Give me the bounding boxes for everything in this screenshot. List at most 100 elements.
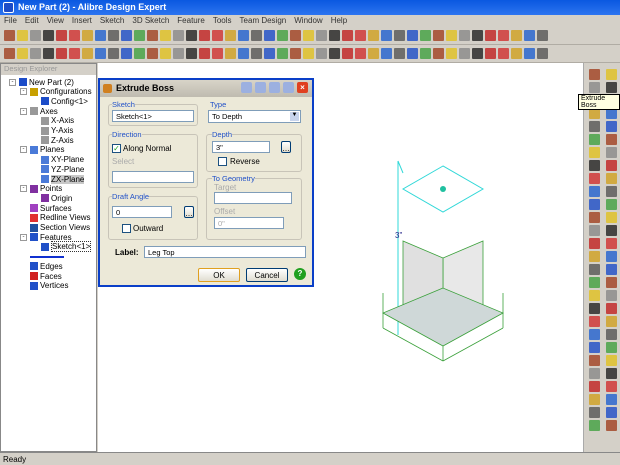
toolbar-button-icon[interactable] bbox=[4, 48, 15, 59]
toolbar-button-icon[interactable] bbox=[134, 48, 145, 59]
draft-angle-field[interactable]: 0 bbox=[112, 206, 172, 218]
toolbar-button-icon[interactable] bbox=[589, 290, 600, 301]
toolbar-button-icon[interactable] bbox=[589, 225, 600, 236]
toolbar-button-icon[interactable] bbox=[342, 48, 353, 59]
toolbar-button-icon[interactable] bbox=[199, 48, 210, 59]
tree-item[interactable]: Z-Axis bbox=[41, 135, 74, 145]
toolbar-button-icon[interactable] bbox=[606, 69, 617, 80]
toolbar-button-icon[interactable] bbox=[17, 48, 28, 59]
toolbar-button-icon[interactable] bbox=[606, 186, 617, 197]
toolbar-button-icon[interactable] bbox=[30, 48, 41, 59]
toolbar-button-icon[interactable] bbox=[606, 199, 617, 210]
tree-item[interactable]: Axes bbox=[30, 106, 58, 116]
label-field[interactable]: Leg Top bbox=[144, 246, 306, 258]
toolbar-button-icon[interactable] bbox=[212, 48, 223, 59]
toolbar-button-icon[interactable] bbox=[238, 30, 249, 41]
tree-item[interactable]: XY-Plane bbox=[41, 155, 84, 165]
toolbar-button-icon[interactable] bbox=[589, 238, 600, 249]
toolbar-button-icon[interactable] bbox=[589, 134, 600, 145]
toolbar-button-icon[interactable] bbox=[264, 48, 275, 59]
toolbar-button-icon[interactable] bbox=[446, 48, 457, 59]
toolbar-button-icon[interactable] bbox=[277, 30, 288, 41]
toolbar-button-icon[interactable] bbox=[472, 30, 483, 41]
toolbar-button-icon[interactable] bbox=[606, 381, 617, 392]
toolbar-button-icon[interactable] bbox=[95, 48, 106, 59]
toolbar-button-icon[interactable] bbox=[43, 48, 54, 59]
toolbar-button-icon[interactable] bbox=[108, 30, 119, 41]
toolbar-button-icon[interactable] bbox=[524, 48, 535, 59]
toolbar-button-icon[interactable] bbox=[524, 30, 535, 41]
toolbar-button-icon[interactable] bbox=[420, 30, 431, 41]
back-button[interactable] bbox=[255, 82, 266, 93]
toolbar-button-icon[interactable] bbox=[420, 48, 431, 59]
toolbar-button-icon[interactable] bbox=[589, 420, 600, 431]
toolbar-button-icon[interactable] bbox=[303, 30, 314, 41]
tree-item[interactable]: ZX-Plane bbox=[41, 174, 85, 184]
toolbar-button-icon[interactable] bbox=[606, 147, 617, 158]
toolbar-button-icon[interactable] bbox=[381, 30, 392, 41]
select-field[interactable] bbox=[112, 171, 194, 183]
menu-3d-sketch[interactable]: 3D Sketch bbox=[132, 16, 169, 26]
tree-item[interactable]: YZ-Plane bbox=[41, 164, 84, 174]
tree-item[interactable]: Points bbox=[30, 184, 62, 194]
tree-item[interactable]: New Part (2) bbox=[19, 77, 74, 87]
toolbar-button-icon[interactable] bbox=[342, 30, 353, 41]
toolbar-button-icon[interactable] bbox=[264, 30, 275, 41]
toolbar-button-icon[interactable] bbox=[303, 48, 314, 59]
toolbar-button-icon[interactable] bbox=[433, 48, 444, 59]
expand-toggle[interactable]: - bbox=[9, 78, 16, 86]
toolbar-button-icon[interactable] bbox=[160, 30, 171, 41]
menu-insert[interactable]: Insert bbox=[72, 16, 92, 26]
toolbar-button-icon[interactable] bbox=[212, 30, 223, 41]
toolbar-button-icon[interactable] bbox=[95, 30, 106, 41]
toolbar-button-icon[interactable] bbox=[589, 121, 600, 132]
toolbar-button-icon[interactable] bbox=[225, 30, 236, 41]
tree-item[interactable]: Vertices bbox=[30, 281, 68, 291]
toolbar-button-icon[interactable] bbox=[511, 30, 522, 41]
tree-item[interactable]: X-Axis bbox=[41, 116, 74, 126]
toolbar-button-icon[interactable] bbox=[589, 160, 600, 171]
depth-browse-button[interactable]: … bbox=[281, 141, 291, 153]
toolbar-button-icon[interactable] bbox=[108, 48, 119, 59]
toolbar-button-icon[interactable] bbox=[368, 48, 379, 59]
rollback-marker[interactable] bbox=[30, 252, 64, 262]
toolbar-button-icon[interactable] bbox=[186, 48, 197, 59]
toolbar-button-icon[interactable] bbox=[537, 30, 548, 41]
toolbar-button-icon[interactable] bbox=[606, 290, 617, 301]
toolbar-button-icon[interactable] bbox=[43, 30, 54, 41]
offset-field[interactable]: 0" bbox=[214, 217, 284, 229]
toolbar-button-icon[interactable] bbox=[485, 30, 496, 41]
sketch-field[interactable]: Sketch<1> bbox=[112, 110, 194, 122]
toolbar-button-icon[interactable] bbox=[290, 30, 301, 41]
toolbar-button-icon[interactable] bbox=[82, 30, 93, 41]
toolbar-button-icon[interactable] bbox=[173, 30, 184, 41]
toolbar-button-icon[interactable] bbox=[511, 48, 522, 59]
menu-view[interactable]: View bbox=[47, 16, 64, 26]
toolbar-button-icon[interactable] bbox=[537, 48, 548, 59]
restore-button[interactable] bbox=[283, 82, 294, 93]
tree-item[interactable]: Section Views bbox=[30, 223, 90, 233]
toolbar-button-icon[interactable] bbox=[589, 368, 600, 379]
menu-help[interactable]: Help bbox=[331, 16, 347, 26]
toolbar-button-icon[interactable] bbox=[147, 30, 158, 41]
toolbar-button-icon[interactable] bbox=[606, 355, 617, 366]
toolbar-button-icon[interactable] bbox=[394, 48, 405, 59]
ok-button[interactable]: OK bbox=[198, 268, 240, 282]
toolbar-button-icon[interactable] bbox=[606, 160, 617, 171]
toolbar-button-icon[interactable] bbox=[606, 225, 617, 236]
menu-sketch[interactable]: Sketch bbox=[100, 16, 124, 26]
toolbar-button-icon[interactable] bbox=[433, 30, 444, 41]
toolbar-button-icon[interactable] bbox=[277, 48, 288, 59]
menu-edit[interactable]: Edit bbox=[25, 16, 39, 26]
toolbar-button-icon[interactable] bbox=[446, 30, 457, 41]
toolbar-button-icon[interactable] bbox=[589, 251, 600, 262]
toolbar-button-icon[interactable] bbox=[606, 407, 617, 418]
toolbar-button-icon[interactable] bbox=[606, 82, 617, 93]
menu-team-design[interactable]: Team Design bbox=[240, 16, 287, 26]
target-field[interactable] bbox=[214, 192, 292, 204]
tree-item[interactable]: Planes bbox=[30, 145, 64, 155]
expand-toggle[interactable]: - bbox=[20, 146, 27, 154]
toolbar-button-icon[interactable] bbox=[606, 121, 617, 132]
toolbar-button-icon[interactable] bbox=[589, 69, 600, 80]
toolbar-button-icon[interactable] bbox=[606, 238, 617, 249]
